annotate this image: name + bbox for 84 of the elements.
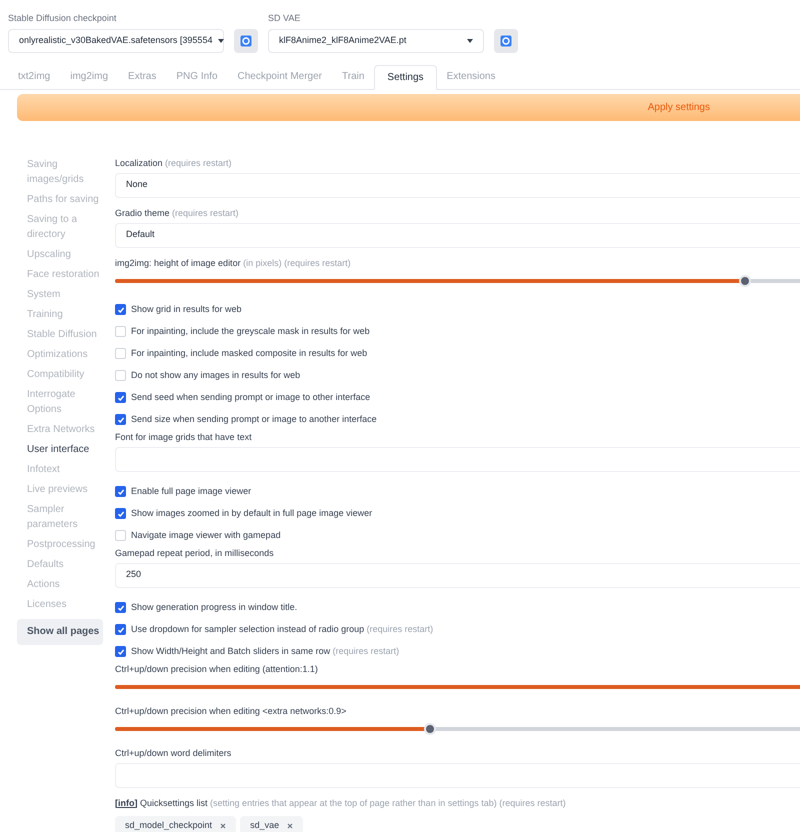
sidebar-item[interactable]: Extra Networks: [27, 422, 103, 436]
setting-label: Show images zoomed in by default in full page image viewer: [131, 507, 372, 520]
setting-label: Show Width/Height and Batch sliders in same row (requires restart): [131, 645, 400, 658]
slider[interactable]: [115, 722, 800, 734]
sidebar-item[interactable]: Defaults: [27, 556, 103, 572]
setting-label: Do not show any images in results for web: [131, 369, 300, 382]
tag-chip[interactable]: sd_model_checkpoint: [115, 816, 236, 832]
sidebar-item[interactable]: Sampler parameters: [27, 502, 103, 532]
setting-label: Show generation progress in window title.: [131, 601, 298, 614]
setting-label: Ctrl+up/down precision when editing (attention:1.1): [115, 662, 319, 676]
sidebar-item[interactable]: Actions: [27, 576, 103, 592]
tab[interactable]: PNG Info: [166, 64, 228, 88]
setting-label: Gradio theme (requires restart): [115, 206, 240, 220]
refresh-icon: [500, 34, 512, 46]
checkbox[interactable]: [115, 414, 126, 425]
select-label: SD VAE: [268, 12, 302, 25]
tab[interactable]: Extensions: [436, 64, 506, 88]
sidebar-item[interactable]: Licenses: [27, 596, 103, 612]
sidebar-item[interactable]: Live previews: [27, 482, 103, 496]
sidebar-item[interactable]: User interface: [27, 442, 103, 456]
sidebar-item[interactable]: Paths for saving: [27, 192, 103, 206]
tab[interactable]: txt2img: [8, 64, 60, 88]
setting-label: Ctrl+up/down precision when editing <extra networks:0.9>: [115, 704, 348, 718]
setting-label: [info] Quicksettings list (setting entries that appear at the top of page rather than in settings tab) (requires restart): [115, 796, 567, 810]
setting-label: Navigate image viewer with gamepad: [131, 529, 281, 542]
apply-settings-button[interactable]: Apply settings: [17, 94, 800, 120]
slider-thumb[interactable]: [424, 722, 436, 734]
sidebar-item[interactable]: Infotext: [27, 462, 103, 476]
tab[interactable]: Settings: [374, 64, 437, 90]
caret-icon: [218, 38, 224, 42]
refresh-button[interactable]: [494, 28, 518, 52]
tab[interactable]: img2img: [60, 64, 118, 88]
checkbox[interactable]: [115, 304, 126, 315]
setting-label: For inpainting, include the greyscale mask in results for web: [131, 325, 370, 338]
caret-icon: [467, 38, 473, 42]
dropdown[interactable]: None: [115, 172, 800, 198]
setting-label: Send size when sending prompt or image to another interface: [131, 413, 377, 426]
sidebar-item[interactable]: Interrogate Options: [27, 386, 103, 416]
setting-label: Send seed when sending prompt or image to other interface: [131, 391, 370, 404]
checkbox[interactable]: [115, 392, 126, 403]
checkbox[interactable]: [115, 602, 126, 613]
select-label: Stable Diffusion checkpoint: [8, 12, 118, 25]
sidebar-item[interactable]: Face restoration: [27, 266, 103, 282]
sidebar-item[interactable]: Saving to a directory: [27, 212, 103, 242]
setting-label: Ctrl+up/down word delimiters: [115, 746, 232, 760]
remove-icon[interactable]: [220, 822, 226, 828]
tab[interactable]: Train: [332, 64, 374, 88]
checkbox[interactable]: [115, 530, 126, 541]
setting-label: Localization (requires restart): [115, 156, 233, 170]
tab[interactable]: Checkpoint Merger: [228, 64, 332, 88]
checkbox[interactable]: [115, 508, 126, 519]
tab[interactable]: Extras: [118, 64, 166, 88]
sidebar-item[interactable]: Compatibility: [27, 366, 103, 382]
dropdown[interactable]: onlyrealistic_v30BakedVAE.safetensors [395554: [8, 28, 224, 52]
sidebar-item[interactable]: Upscaling: [27, 246, 103, 262]
dropdown[interactable]: klF8Anime2_klF8Anime2VAE.pt: [268, 28, 484, 52]
slider[interactable]: [115, 274, 800, 286]
remove-icon[interactable]: [287, 822, 294, 828]
refresh-button[interactable]: [234, 28, 258, 52]
sidebar-item[interactable]: Training: [27, 306, 103, 322]
checkbox[interactable]: [115, 348, 126, 359]
sidebar-item[interactable]: Saving images/grids: [27, 156, 103, 186]
checkbox[interactable]: [115, 486, 126, 497]
setting-label: Gamepad repeat period, in milliseconds: [115, 546, 275, 560]
checkbox[interactable]: [115, 624, 126, 635]
sidebar-item[interactable]: Optimizations: [27, 346, 103, 362]
setting-label: Font for image grids that have text: [115, 430, 253, 444]
setting-label: img2img: height of image editor (in pixels) (requires restart): [115, 256, 352, 270]
checkbox[interactable]: [115, 326, 126, 337]
checkbox[interactable]: [115, 646, 126, 657]
setting-label: Use dropdown for sampler selection instead of radio group (requires restart): [131, 623, 434, 636]
sidebar-item[interactable]: Postprocessing: [27, 536, 103, 552]
dropdown[interactable]: Default: [115, 222, 800, 248]
show-all-pages-button[interactable]: Show all pages: [17, 618, 103, 644]
setting-label: Enable full page image viewer: [131, 485, 252, 498]
tag-chip[interactable]: sd_vae: [240, 816, 304, 832]
sidebar-item[interactable]: System: [27, 286, 103, 302]
setting-label: Show grid in results for web: [131, 303, 242, 316]
slider-thumb[interactable]: [739, 274, 751, 286]
refresh-icon: [240, 34, 252, 46]
setting-label: For inpainting, include masked composite in results for web: [131, 347, 368, 360]
input-field[interactable]: 250: [115, 562, 800, 588]
sidebar-item[interactable]: Stable Diffusion: [27, 326, 103, 342]
checkbox[interactable]: [115, 370, 126, 381]
